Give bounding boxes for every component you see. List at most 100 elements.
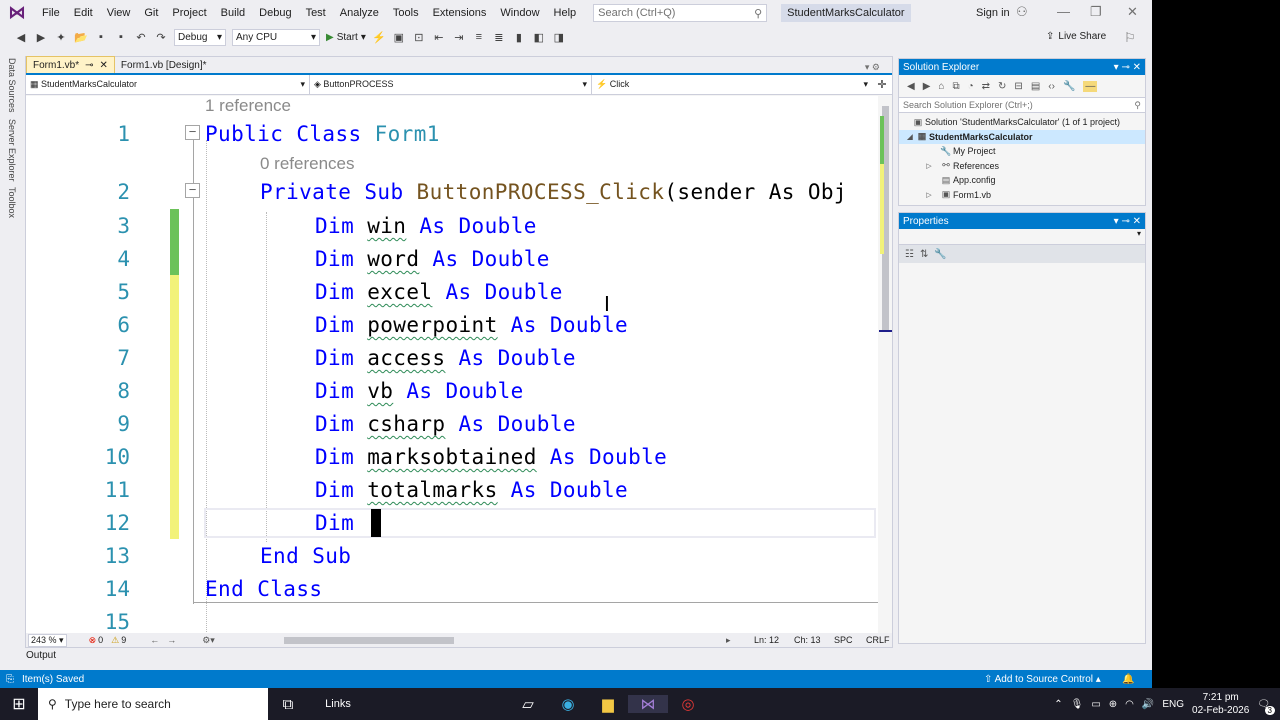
- split-icon[interactable]: ✛: [872, 75, 892, 94]
- search-input[interactable]: Search (Ctrl+Q) ⚲: [593, 4, 768, 22]
- account-icon[interactable]: ⚇: [1016, 4, 1028, 20]
- properties-object-select[interactable]: ▾: [899, 229, 1145, 245]
- file-explorer-app-icon[interactable]: ▆: [588, 695, 628, 713]
- wifi-icon[interactable]: ◠: [1125, 699, 1134, 710]
- collapsed-arrow-icon[interactable]: ▷: [919, 191, 939, 199]
- align-right-icon[interactable]: ⇥: [452, 31, 466, 44]
- new-project-icon[interactable]: ✦: [54, 31, 68, 44]
- close-tab-icon[interactable]: ✕: [100, 60, 108, 71]
- tree-item-app-config[interactable]: ▤ App.config: [899, 173, 1145, 188]
- browse-icon[interactable]: ▣: [392, 31, 406, 44]
- menu-view[interactable]: View: [100, 7, 138, 19]
- codelens-class-references[interactable]: 1 reference: [205, 96, 291, 116]
- bookmark-icon[interactable]: ▮: [512, 31, 526, 44]
- object-dropdown[interactable]: ◈ ButtonPROCESS ▾: [310, 75, 592, 94]
- warning-icon[interactable]: ⚠: [111, 635, 119, 646]
- forward-icon[interactable]: ▶: [923, 81, 931, 92]
- uncomment-icon[interactable]: ≣: [492, 31, 506, 44]
- nav-back-icon[interactable]: ←: [150, 635, 159, 645]
- collapse-class-icon[interactable]: −: [185, 125, 200, 140]
- close-icon[interactable]: ✕: [1127, 4, 1138, 20]
- tray-overflow-icon[interactable]: ⌃: [1054, 699, 1062, 710]
- microphone-icon[interactable]: 🎙: [1071, 699, 1084, 710]
- next-bookmark-icon[interactable]: ◨: [552, 31, 566, 44]
- menu-extensions[interactable]: Extensions: [426, 7, 494, 19]
- notification-center-icon[interactable]: 🗨 3: [1257, 699, 1275, 715]
- categorized-icon[interactable]: ☷: [905, 249, 914, 260]
- code-cleanup-icon[interactable]: ⚙▾: [202, 635, 215, 646]
- editor-vertical-scrollbar[interactable]: [879, 96, 892, 633]
- language-indicator[interactable]: ENG: [1162, 699, 1184, 710]
- redo-icon[interactable]: ↷: [154, 31, 168, 44]
- menu-git[interactable]: Git: [137, 7, 165, 19]
- view-code-icon[interactable]: ‹›: [1048, 81, 1055, 92]
- volume-icon[interactable]: 🔊: [1142, 699, 1154, 710]
- tree-item-project[interactable]: ◢ ▦ StudentMarksCalculator: [899, 129, 1145, 144]
- align-left-icon[interactable]: ⇤: [432, 31, 446, 44]
- spacing-indicator[interactable]: SPC: [834, 635, 853, 645]
- data-sources-tab[interactable]: Data Sources: [7, 58, 17, 113]
- menu-window[interactable]: Window: [493, 7, 546, 19]
- properties-icon[interactable]: 🔧: [1063, 81, 1075, 92]
- code-text-area[interactable]: − − 1 reference 0 references 1 2 3 4 5 6…: [26, 96, 878, 633]
- menu-debug[interactable]: Debug: [252, 7, 298, 19]
- collapse-sub-icon[interactable]: −: [185, 183, 200, 198]
- project-dropdown[interactable]: ▦ StudentMarksCalculator ▾: [26, 75, 310, 94]
- menu-build[interactable]: Build: [214, 7, 252, 19]
- codelens-sub-references[interactable]: 0 references: [260, 154, 355, 174]
- comment-icon[interactable]: ≡: [472, 31, 486, 43]
- restore-icon[interactable]: ❐: [1090, 4, 1102, 20]
- save-icon[interactable]: ▪: [94, 31, 108, 43]
- windows-start-icon[interactable]: ⊞: [0, 694, 38, 714]
- menu-tools[interactable]: Tools: [386, 7, 426, 19]
- collapse-all-icon[interactable]: ⊟: [1014, 81, 1022, 92]
- scroll-right-icon[interactable]: ▸: [726, 635, 731, 646]
- back-icon[interactable]: ◀: [14, 31, 28, 44]
- panel-options-icon[interactable]: ▾ ⊸ ✕: [1114, 62, 1141, 73]
- preview-icon[interactable]: —: [1083, 80, 1098, 92]
- toolbox-tab[interactable]: Toolbox: [7, 187, 17, 218]
- open-icon[interactable]: 📂: [74, 31, 88, 44]
- pin-icon[interactable]: ⊸: [85, 60, 93, 71]
- task-view-icon[interactable]: ⧉: [268, 696, 308, 713]
- solution-name-badge[interactable]: StudentMarksCalculator: [781, 4, 911, 22]
- edge-app-icon[interactable]: ◉: [548, 695, 588, 713]
- notepad-app-icon[interactable]: ▱: [508, 695, 548, 713]
- recorder-app-icon[interactable]: ◎: [668, 695, 708, 713]
- sign-in-link[interactable]: Sign in: [976, 7, 1010, 19]
- back-icon[interactable]: ◀: [907, 81, 915, 92]
- line-ending-indicator[interactable]: CRLF: [866, 635, 890, 645]
- horizontal-scrollbar-thumb[interactable]: [284, 637, 454, 644]
- expanded-arrow-icon[interactable]: ◢: [905, 133, 915, 141]
- visual-studio-logo-icon[interactable]: ⋈: [7, 3, 27, 23]
- switch-views-icon[interactable]: ⧉: [952, 81, 959, 92]
- tree-item-form1[interactable]: ▷ ▣ Form1.vb: [899, 188, 1145, 203]
- network-icon[interactable]: ⊕: [1109, 699, 1117, 710]
- menu-analyze[interactable]: Analyze: [333, 7, 386, 19]
- links-toolbar[interactable]: Links: [308, 698, 368, 710]
- tree-item-solution[interactable]: ▣ Solution 'StudentMarksCalculator' (1 o…: [899, 115, 1145, 130]
- taskbar-clock[interactable]: 7:21 pm 02-Feb-2026: [1192, 691, 1249, 717]
- taskbar-search-box[interactable]: ⚲ Type here to search: [38, 688, 268, 720]
- minimize-icon[interactable]: —: [1057, 4, 1070, 19]
- forward-icon[interactable]: ▶: [34, 31, 48, 44]
- output-tab[interactable]: Output: [24, 648, 58, 664]
- nav-forward-icon[interactable]: →: [167, 635, 176, 645]
- tab-list-icon[interactable]: ▾ ⚙: [865, 62, 892, 73]
- event-dropdown[interactable]: ⚡ Click ▾: [592, 75, 872, 94]
- start-button[interactable]: ▶ Start ▾: [326, 32, 366, 43]
- menu-test[interactable]: Test: [299, 7, 333, 19]
- tree-item-my-project[interactable]: 🔧 My Project: [899, 144, 1145, 159]
- menu-help[interactable]: Help: [547, 7, 584, 19]
- home-icon[interactable]: ⌂: [938, 81, 944, 92]
- tree-item-references[interactable]: ▷ ⚯ References: [899, 159, 1145, 174]
- zoom-select[interactable]: 243 % ▾: [28, 633, 67, 647]
- visual-studio-app-icon[interactable]: ⋈: [628, 695, 668, 713]
- feedback-icon[interactable]: ⚐: [1124, 30, 1136, 46]
- property-pages-icon[interactable]: 🔧: [934, 249, 946, 260]
- hot-reload-icon[interactable]: ⚡: [372, 31, 386, 44]
- panel-options-icon[interactable]: ▾ ⊸ ✕: [1114, 216, 1141, 227]
- collapsed-arrow-icon[interactable]: ▷: [919, 162, 939, 170]
- tab-form1-vb[interactable]: Form1.vb* ⊸ ✕: [26, 56, 115, 73]
- solution-explorer-search[interactable]: Search Solution Explorer (Ctrl+;) ⚲: [899, 97, 1145, 113]
